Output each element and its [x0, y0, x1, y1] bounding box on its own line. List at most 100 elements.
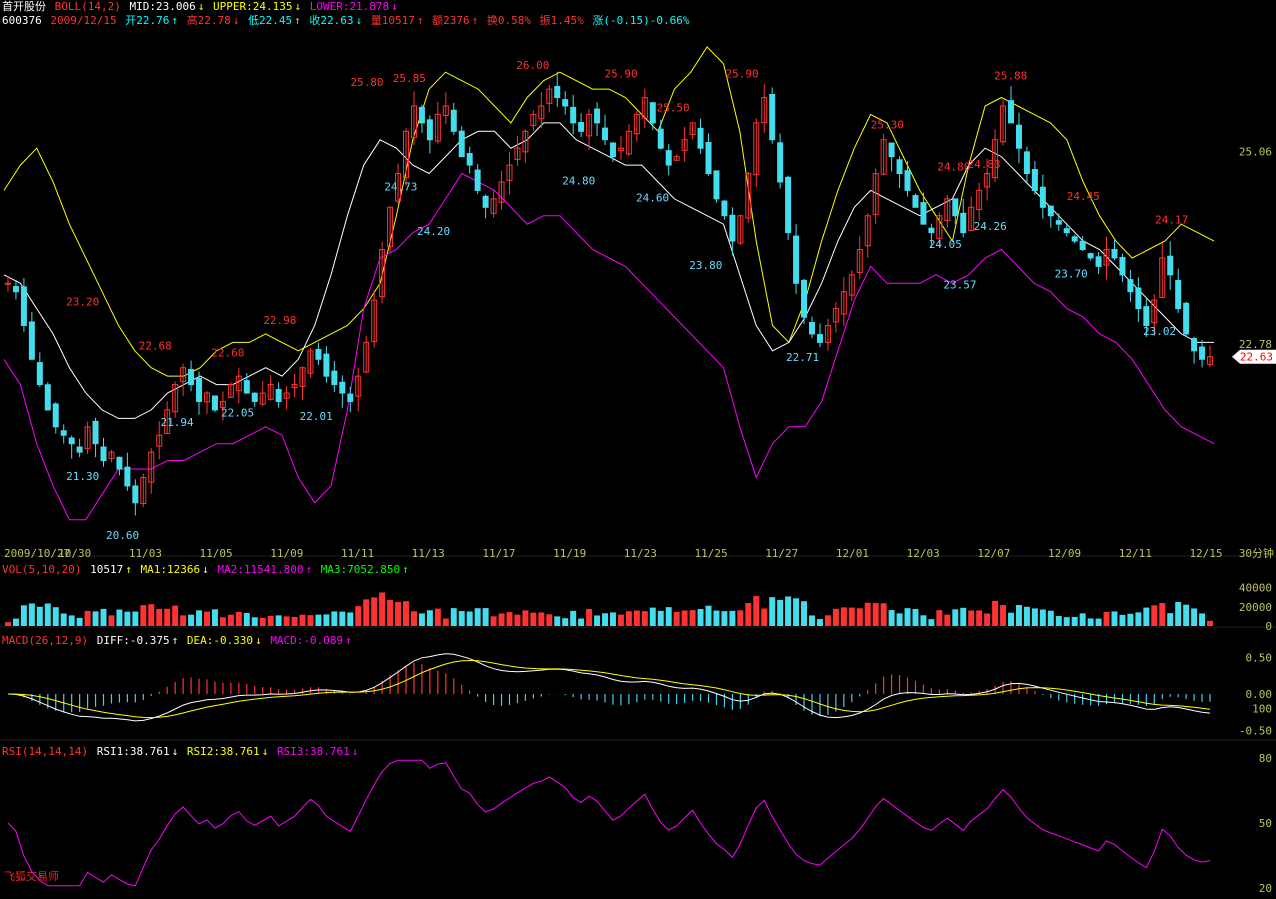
candle-body [188, 368, 195, 386]
volume-bar [554, 616, 561, 626]
volume-bar [44, 603, 51, 626]
candle-body [20, 286, 27, 326]
price-axis-label: 22.78 [1239, 338, 1272, 351]
volume-bar [227, 614, 234, 626]
volume-bar [339, 611, 346, 626]
volume-bar [641, 611, 648, 626]
extreme-price-label: 24.20 [417, 225, 450, 238]
candle-body [482, 195, 489, 208]
volume-bar [1167, 613, 1174, 626]
volume-bar [594, 615, 601, 626]
volume-bar [617, 614, 624, 626]
candle-body [275, 389, 282, 402]
candle-body [323, 353, 330, 377]
volume-bar [984, 613, 991, 626]
volume-bar [610, 612, 616, 626]
volume-bar [801, 601, 808, 626]
volume-bar [418, 613, 425, 626]
extreme-price-label: 21.94 [160, 416, 193, 429]
candle-body [713, 170, 720, 200]
candle-body [554, 85, 561, 99]
volume-bar [888, 610, 895, 626]
volume-bar [283, 616, 290, 626]
volume-bar [243, 613, 250, 626]
candle-body [92, 420, 99, 445]
volume-bar [793, 598, 800, 626]
rsi-axis-label: 80 [1259, 752, 1272, 765]
date-axis-label: 12/09 [1048, 547, 1081, 560]
candle-body [1031, 169, 1038, 191]
volume-bar [331, 611, 338, 626]
date-axis-label: 12/03 [907, 547, 940, 560]
volume-bar [458, 611, 465, 626]
volume-bar [156, 608, 163, 626]
volume-bar [172, 605, 179, 626]
candle-body [1199, 346, 1206, 360]
candle-body [1055, 220, 1062, 225]
volume-bar [211, 609, 218, 626]
volume-bar [1087, 618, 1094, 626]
volume-bar [450, 608, 457, 626]
macd-axis-label: 0.50 [1246, 651, 1273, 664]
candle-body [1119, 257, 1126, 276]
candle-body [60, 430, 67, 436]
volume-bar [729, 610, 736, 626]
candle-body [888, 142, 895, 158]
volume-bar [761, 608, 768, 626]
candle-body [1143, 306, 1150, 326]
volume-bar [649, 607, 656, 626]
volume-bar [936, 610, 943, 626]
candle-body [1063, 228, 1070, 234]
date-axis-label: 11/23 [624, 547, 657, 560]
volume-bar [1008, 612, 1014, 626]
candle-body [331, 370, 338, 386]
volume-bar [1127, 613, 1134, 626]
date-axis-label: 11/11 [341, 547, 374, 560]
candle-body [36, 362, 43, 386]
volume-bar [52, 607, 59, 626]
date-axis-label: 11/17 [482, 547, 515, 560]
candle-body [450, 109, 457, 132]
extreme-price-label: 22.98 [263, 314, 296, 327]
extreme-price-label: 25.90 [605, 68, 638, 81]
volume-bar [1111, 611, 1118, 626]
volume-bar [235, 611, 242, 626]
volume-bar [100, 608, 107, 626]
extreme-price-label: 22.60 [211, 346, 244, 359]
volume-bar [164, 608, 171, 626]
volume-bar [108, 615, 115, 626]
candle-body [132, 485, 139, 504]
volume-bar [1183, 604, 1190, 626]
candle-body [1167, 255, 1174, 276]
volume-bar [944, 614, 951, 626]
date-axis-label: 11/03 [129, 547, 162, 560]
candle-body [793, 235, 800, 284]
candle-body [769, 94, 776, 141]
candle-body [578, 122, 585, 132]
volume-bar [968, 610, 975, 626]
candle-body [1175, 279, 1182, 310]
macd-axis-label: 0.00 [1246, 688, 1273, 701]
volume-bar [745, 603, 752, 626]
volume-bar [633, 610, 640, 626]
volume-bar [872, 603, 879, 626]
boll-upper-line [3, 46, 1215, 377]
candle-body [211, 395, 218, 411]
extreme-price-label: 23.02 [1143, 325, 1176, 338]
date-axis-label: 10/30 [58, 547, 91, 560]
volume-bar [1095, 618, 1102, 626]
volume-bar [482, 608, 489, 626]
volume-bar [299, 614, 306, 626]
volume-bar [188, 614, 195, 626]
candle-body [418, 106, 425, 124]
volume-bar [1079, 613, 1086, 626]
extreme-price-label: 23.70 [1055, 267, 1088, 280]
volume-bar [1119, 614, 1126, 626]
date-axis-label: 11/25 [694, 547, 727, 560]
volume-bar [371, 597, 378, 626]
volume-bar [5, 622, 11, 626]
candle-body [458, 130, 465, 158]
volume-bar [92, 611, 99, 626]
volume-bar [832, 608, 839, 626]
stock-chart[interactable]: 25.0622.7822.632009/10/2710/30 11/03 11/05… [0, 0, 1276, 899]
